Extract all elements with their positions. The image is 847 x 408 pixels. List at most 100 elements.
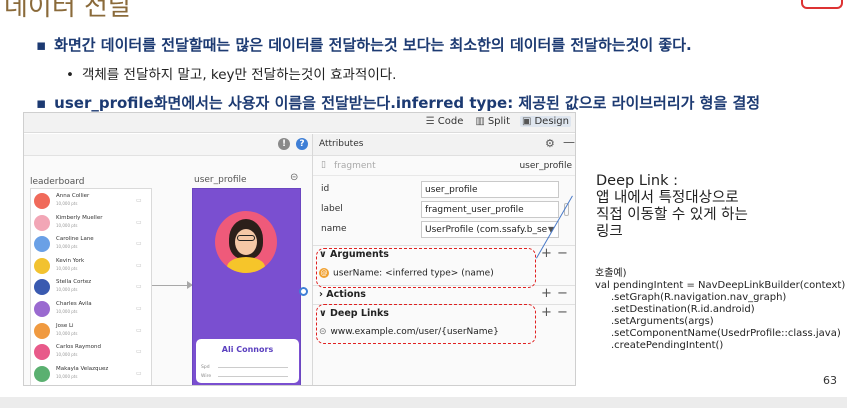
sub-bullet-key-only: • 객체를 전달하지 말고, key만 전달하는것이 효과적이다. — [66, 63, 396, 83]
contact-avatar — [34, 279, 50, 296]
add-deep-link-button[interactable]: + — [541, 305, 552, 320]
contact-meta: 10,000 pts — [56, 287, 78, 293]
design-view-icon: ▣ — [522, 116, 532, 127]
code-line: 호출예) — [595, 268, 627, 279]
contact-avatar — [34, 365, 50, 382]
name-select-value: UserProfile (com.ssafy.b_se — [425, 225, 548, 235]
fragment-icon: ▯ — [321, 160, 326, 170]
contact-meta: 10,000 pts — [56, 244, 78, 250]
contact-avatar — [34, 301, 50, 317]
message-icon: ▭ — [136, 326, 142, 334]
card-divider — [218, 376, 288, 377]
contact-row[interactable]: Kimberly Mueller 10,000 pts ▭ — [34, 214, 150, 234]
message-icon: ▭ — [136, 197, 142, 204]
attr-key: name — [321, 224, 347, 234]
design-mode-button[interactable]: ▣ Design — [520, 116, 571, 127]
split-mode-button[interactable]: ▥ Split — [473, 116, 512, 127]
name-select[interactable]: UserProfile (com.ssafy.b_se ▼ — [421, 221, 559, 238]
contact-row[interactable]: Jose Li 10,000 pts ▭ — [34, 322, 150, 342]
slide-title: 데이터 전달 — [4, 0, 132, 22]
square-bullet-icon: ▪ — [36, 94, 47, 112]
code-line: .createPendingIntent() — [611, 340, 724, 351]
code-line: .setDestination(R.id.android) — [611, 304, 755, 315]
leaderboard-destination[interactable]: Anna Collier 10,000 pts ▭ Kimberly Mueller 1… — [30, 188, 152, 385]
page-number: 63 — [823, 374, 837, 387]
message-icon: ▭ — [136, 369, 142, 377]
contact-name: Carlos Raymond — [56, 344, 102, 351]
deep-link-note: Deep Link : 앱 내에서 특정대상으로 직접 이동할 수 있게 하는 … — [596, 173, 748, 241]
contact-row[interactable]: Carlos Raymond 10,000 pts ▭ — [34, 343, 150, 363]
gear-icon[interactable]: ⚙ — [545, 137, 555, 150]
contact-row[interactable]: Kevin York 10,000 pts ▭ — [34, 257, 150, 277]
navigation-action-arrow[interactable] — [152, 285, 192, 286]
label-field[interactable]: fragment_user_profile — [421, 201, 559, 218]
message-icon: ▭ — [136, 240, 142, 248]
title-decoration — [801, 0, 843, 9]
contact-avatar — [34, 236, 50, 253]
contact-meta: 10,000 pts — [56, 330, 78, 336]
contact-meta: 10,000 pts — [56, 201, 78, 206]
code-line: .setArguments(args) — [611, 316, 714, 327]
dot-bullet-icon: • — [66, 67, 74, 83]
contact-meta: 10,000 pts — [56, 309, 78, 314]
minimize-icon[interactable]: — — [563, 135, 575, 149]
split-view-icon: ▥ — [475, 116, 485, 127]
view-mode-switcher: ☰ Code ▥ Split ▣ Design — [424, 116, 571, 127]
bullet-text: 화면간 데이터를 전달할때는 많은 데이터를 전달하는것 보다는 최소한의 데이… — [54, 36, 692, 54]
attr-key: id — [321, 184, 330, 194]
contact-avatar — [34, 193, 50, 209]
id-field[interactable]: user_profile — [421, 181, 559, 198]
editor-toolbar: ☰ Code ▥ Split ▣ Design — [24, 113, 575, 133]
contact-meta: 10,000 pts — [56, 265, 78, 271]
attr-row-id: id user_profile — [313, 180, 575, 200]
attr-key: label — [321, 204, 343, 214]
footer-band — [0, 397, 847, 408]
contact-row[interactable]: Makayla Velazquez 10,000 pts ▭ — [34, 365, 150, 385]
message-icon: ▭ — [136, 348, 142, 356]
warning-icon[interactable]: ! — [278, 138, 290, 150]
design-canvas[interactable]: ! ? leaderboard user_profile ⊝ Anna Coll… — [24, 134, 312, 385]
contact-avatar — [34, 214, 50, 231]
action-anchor-handle[interactable] — [299, 287, 308, 296]
bullet-minimal-data: ▪ 화면간 데이터를 전달할때는 많은 데이터를 전달하는것 보다는 최소한의 데… — [36, 34, 692, 55]
user-profile-destination[interactable]: Ali Connors Spd Wire — [192, 188, 301, 385]
attributes-title: Attributes — [319, 139, 364, 149]
mode-label: Code — [437, 116, 464, 127]
arguments-highlight — [316, 248, 536, 288]
note-line: 링크 — [596, 224, 623, 240]
remove-deep-link-button[interactable]: − — [557, 305, 568, 320]
attr-row-name: name UserProfile (com.ssafy.b_se ▼ — [313, 220, 575, 240]
note-line: 직접 이동할 수 있게 하는 — [596, 207, 748, 223]
code-line: .setComponentName(UsedrProfile::class.ja… — [611, 328, 841, 339]
deep-links-highlight — [316, 304, 536, 344]
contact-row[interactable]: Stella Cortez 10,000 pts ▭ — [34, 278, 150, 298]
card-row-label: Wire — [201, 374, 212, 379]
contact-avatar — [34, 344, 50, 361]
contact-name: Anna Collier — [56, 193, 90, 199]
code-mode-button[interactable]: ☰ Code — [424, 116, 466, 127]
message-icon: ▭ — [136, 305, 142, 312]
contact-row[interactable]: Caroline Lane 10,000 pts ▭ — [34, 235, 150, 255]
deep-link-icon: ⊝ — [290, 172, 299, 183]
contact-row[interactable]: Charles Avila 10,000 pts ▭ — [34, 300, 150, 320]
bullet-text: user_profile화면에서는 사용자 이름을 전달받는다.inferred… — [54, 94, 761, 112]
contact-name: Charles Avila — [56, 301, 92, 307]
card-divider — [218, 367, 288, 368]
bullet-user-profile: ▪ user_profile화면에서는 사용자 이름을 전달받는다.inferre… — [36, 92, 760, 113]
message-icon: ▭ — [136, 283, 142, 291]
add-action-button[interactable]: + — [541, 286, 552, 301]
contact-avatar — [34, 257, 50, 274]
profile-card: Ali Connors Spd Wire — [196, 339, 299, 383]
contact-name: Jose Li — [56, 322, 74, 329]
contact-avatar — [34, 322, 50, 339]
code-view-icon: ☰ — [425, 116, 435, 127]
remove-action-button[interactable]: − — [557, 286, 568, 301]
contact-row[interactable]: Anna Collier 10,000 pts ▭ — [34, 192, 150, 212]
help-icon[interactable]: ? — [296, 138, 308, 150]
message-icon: ▭ — [136, 218, 142, 226]
message-icon: ▭ — [136, 261, 142, 269]
remove-argument-button[interactable]: − — [557, 246, 568, 261]
mode-label: Split — [487, 116, 511, 127]
code-line: val pendingIntent = NavDeepLinkBuilder(c… — [595, 280, 846, 291]
fragment-type: fragment — [334, 161, 376, 171]
